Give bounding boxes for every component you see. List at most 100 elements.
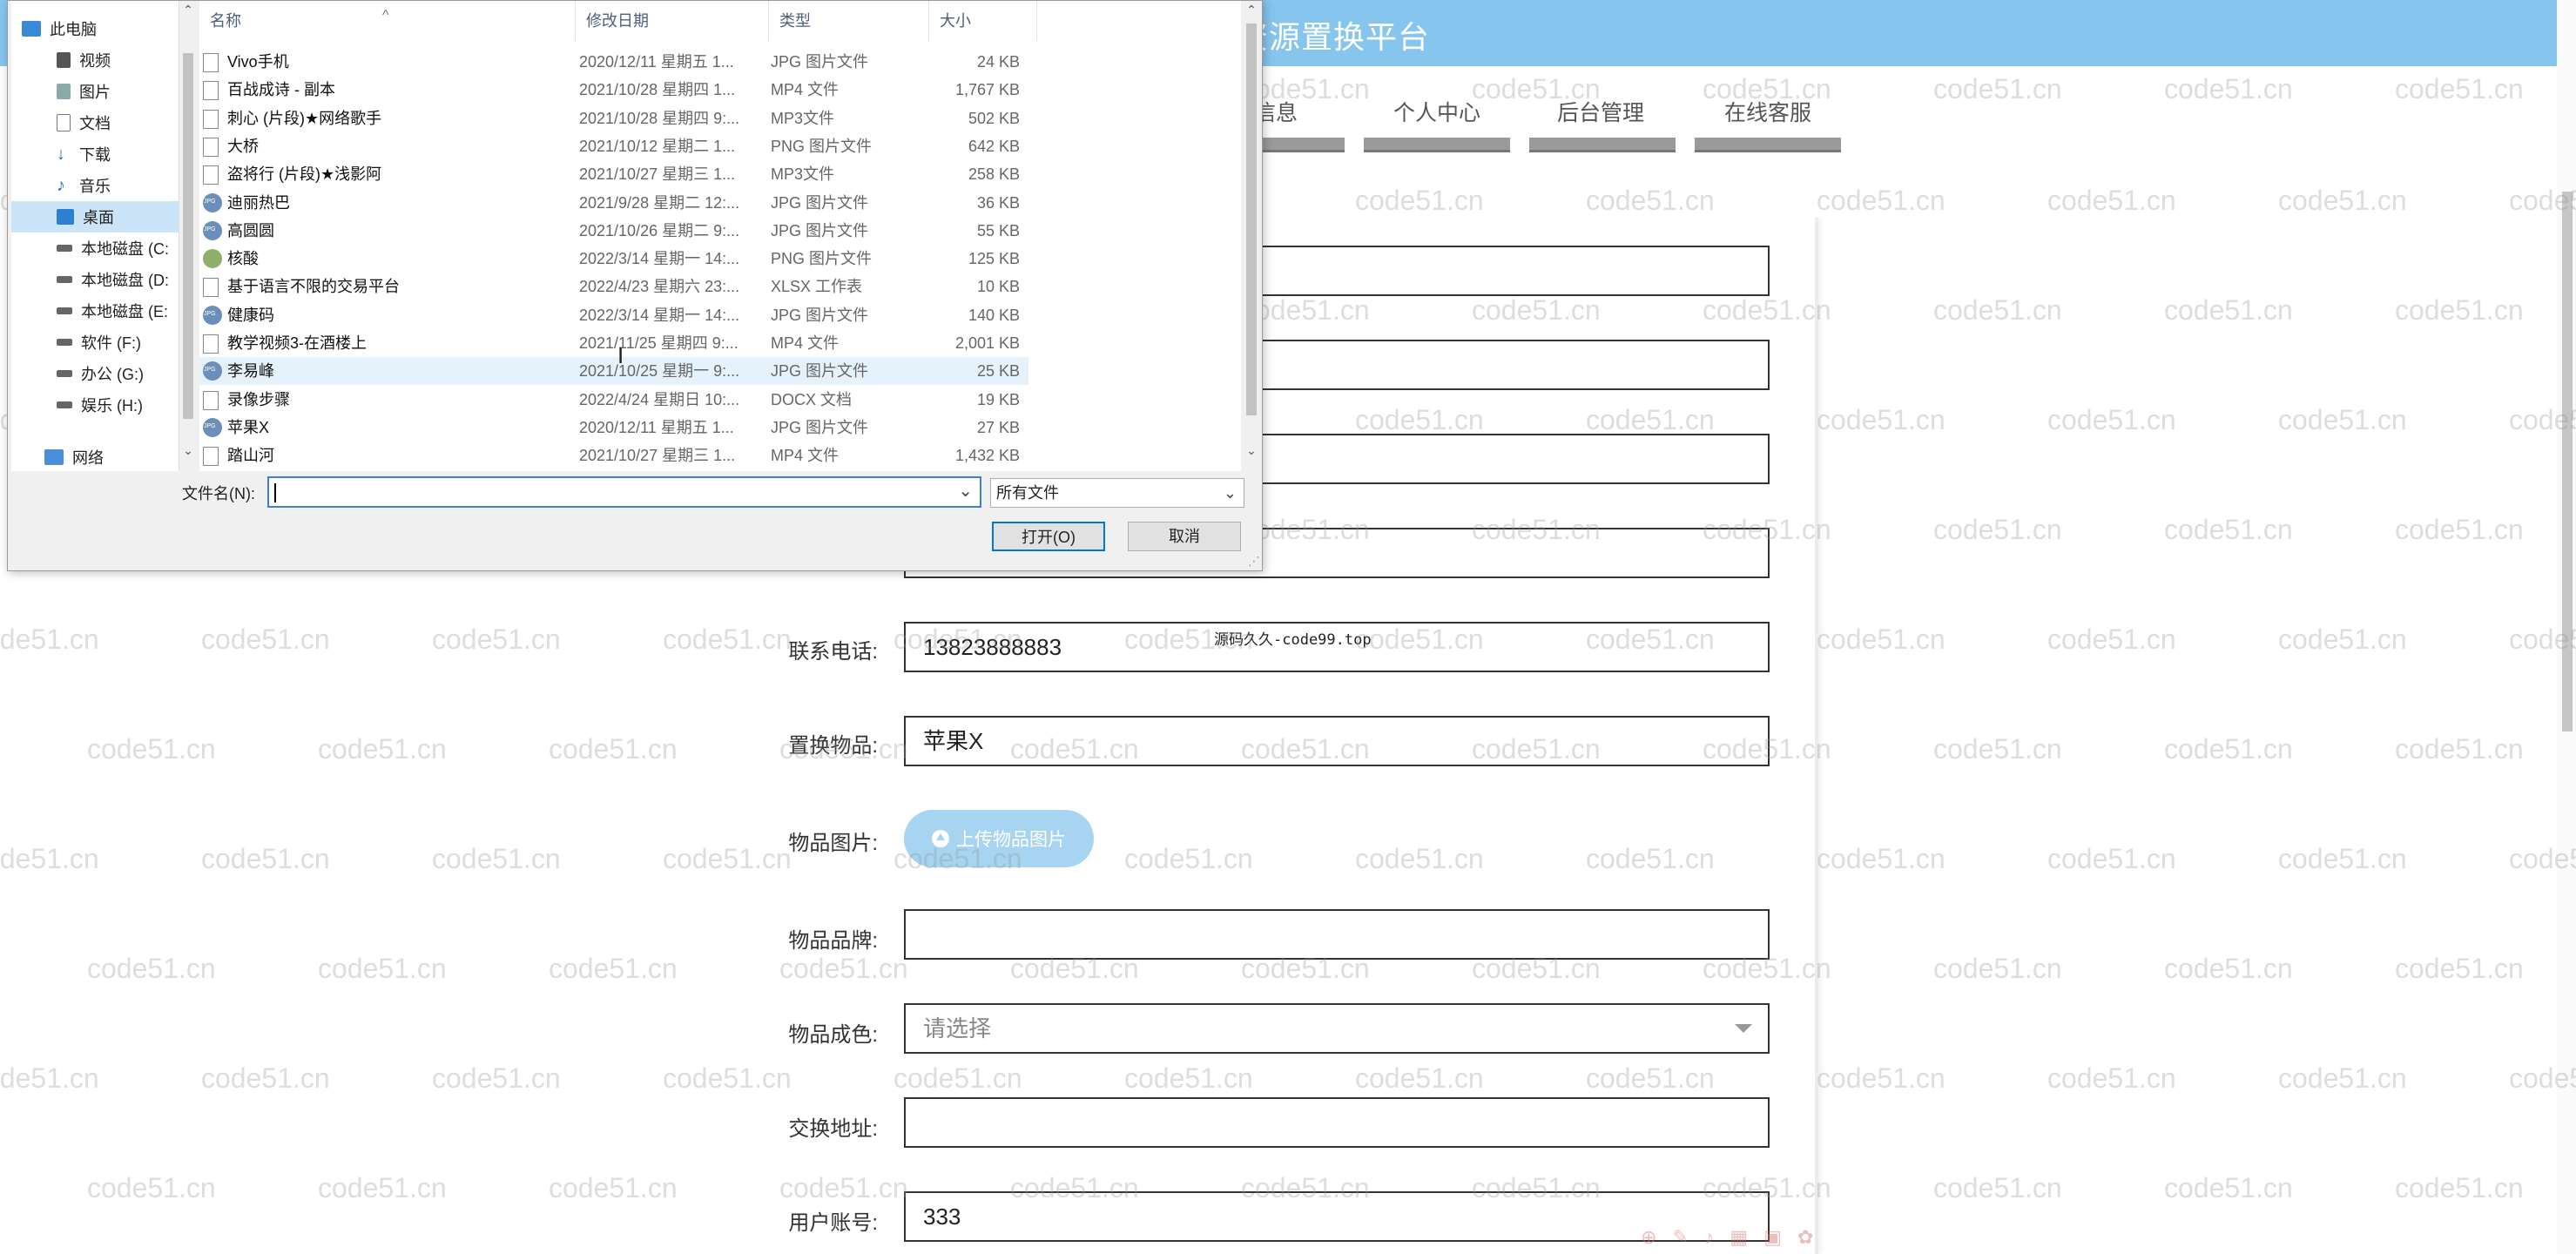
form-panel-edge (1815, 218, 1818, 1254)
address-input[interactable] (904, 1097, 1770, 1148)
watermark-text: code51.cn (201, 1062, 330, 1094)
file-icon (203, 447, 219, 467)
nav-scrollbar[interactable]: ⌃ ⌄ (179, 1, 197, 471)
file-open-dialog[interactable]: 此电脑 视频 图片 文档 ↓ 下载 ♪ 音乐 桌面 本地磁盘 (C: 本地磁盘 (D… (7, 0, 1263, 571)
column-name[interactable]: 名称 ^ (199, 1, 576, 41)
watermark-text: code51.cn (2047, 843, 2176, 874)
file-row[interactable]: 李易峰 2021/10/25 星期一 9:... JPG 图片文件 25 KB (199, 357, 1028, 386)
file-type: JPG 图片文件 (771, 306, 869, 324)
file-row[interactable]: 健康码 2022/3/14 星期一 14:... JPG 图片文件 140 KB (199, 301, 1028, 329)
cancel-button[interactable]: 取消 (1128, 522, 1241, 551)
drive-icon (57, 307, 72, 314)
nav-drive-c[interactable]: 本地磁盘 (C: (11, 233, 182, 264)
file-size: 125 KB (968, 250, 1020, 268)
file-row[interactable]: 高圆圆 2021/10/26 星期二 9:... JPG 图片文件 55 KB (199, 217, 1028, 245)
nav-scrollbar-thumb[interactable] (183, 53, 193, 419)
file-row[interactable]: 基于语言不限的交易平台 2022/4/23 星期六 23:... XLSX 工作表 1… (199, 273, 1028, 300)
nav-documents[interactable]: 文档 (11, 107, 182, 138)
nav-drive-f[interactable]: 软件 (F:) (11, 327, 182, 358)
mouse-cursor-icon: I (617, 342, 624, 368)
nav-videos[interactable]: 视频 (11, 44, 182, 76)
file-date: 2020/12/11 星期五 1... (579, 53, 734, 71)
chevron-down-icon: ⌄ (1223, 484, 1237, 502)
file-row[interactable]: Vivo手机 2020/12/11 星期五 1... JPG 图片文件 24 KB (199, 48, 1028, 76)
file-row[interactable]: 刺心 (片段)★网络歌手 2021/10/28 星期四 9:... MP3文件 502… (199, 104, 1028, 132)
file-row[interactable]: 苹果X 2020/12/11 星期五 1... JPG 图片文件 27 KB (199, 414, 1028, 442)
nav-drive-e[interactable]: 本地磁盘 (E: (11, 295, 182, 327)
file-size: 24 KB (976, 53, 1020, 71)
nav-label: 软件 (F:) (81, 334, 141, 352)
file-icon (203, 53, 219, 72)
nav-drive-g[interactable]: 办公 (G:) (11, 358, 182, 389)
watermark-text: code51.cn (432, 843, 561, 874)
file-type: MP4 文件 (771, 334, 840, 352)
nav-network[interactable]: 网络 (11, 442, 182, 471)
nav-drive-h[interactable]: 娱乐 (H:) (11, 389, 182, 421)
nav-drive-d[interactable]: 本地磁盘 (D: (11, 264, 182, 295)
upload-icon (932, 830, 949, 847)
resize-grip-icon[interactable]: ⋰ (1248, 554, 1260, 569)
chevron-up-icon[interactable]: ⌃ (1241, 3, 1262, 17)
watermark-text: code51.cn (318, 733, 447, 765)
nav-item-support[interactable]: 在线客服 (1724, 96, 1811, 127)
brand-input[interactable] (904, 909, 1770, 960)
watermark-text: code51.cn (2395, 73, 2524, 104)
nav-music[interactable]: ♪ 音乐 (11, 170, 182, 201)
file-row[interactable]: 踏山河 2021/10/27 星期三 1... MP4 文件 1,432 KB (199, 442, 1028, 469)
file-list[interactable]: 名称 ^ 修改日期 类型 大小 Vivo手机 2020/12/11 星期五 1...… (199, 1, 1241, 471)
nav-item-admin[interactable]: 后台管理 (1557, 96, 1644, 127)
address-label: 交换地址: (788, 1117, 878, 1141)
nav-desktop[interactable]: 桌面 (11, 201, 182, 233)
file-scrollbar-thumb[interactable] (1246, 24, 1257, 415)
column-type[interactable]: 类型 (769, 1, 929, 41)
chevron-down-icon[interactable]: ⌄ (1241, 443, 1262, 458)
file-row[interactable]: 核酸 2022/3/14 星期一 14:... PNG 图片文件 125 KB (199, 245, 1028, 273)
file-row[interactable]: 盗将行 (片段)★浅影阿 2021/10/27 星期三 1... MP3文件 258 … (199, 160, 1028, 188)
file-icon (203, 390, 219, 410)
watermark-text: code51.cn (663, 624, 792, 655)
nav-downloads[interactable]: ↓ 下载 (11, 138, 182, 170)
nav-item-profile[interactable]: 个人中心 (1393, 96, 1480, 127)
file-row[interactable]: 录像步骤 2022/4/24 星期日 10:... DOCX 文档 19 KB (199, 386, 1028, 414)
navigation-pane[interactable]: 此电脑 视频 图片 文档 ↓ 下载 ♪ 音乐 桌面 本地磁盘 (C: 本地磁盘 (D… (11, 1, 182, 471)
file-row[interactable]: 大桥 2021/10/12 星期二 1... PNG 图片文件 642 KB (199, 132, 1028, 160)
file-row[interactable]: 迪丽热巴 2021/9/28 星期二 12:... JPG 图片文件 36 KB (199, 189, 1028, 217)
sort-up-icon: ^ (382, 8, 389, 23)
file-scrollbar[interactable]: ⌃ ⌄ (1241, 1, 1262, 471)
chevron-down-icon[interactable]: ⌄ (179, 443, 197, 458)
file-icon (203, 109, 219, 129)
chevron-up-icon[interactable]: ⌃ (179, 3, 197, 17)
column-date[interactable]: 修改日期 (576, 1, 769, 41)
item-input[interactable]: 苹果X (904, 716, 1770, 766)
file-size: 27 KB (976, 418, 1020, 436)
music-icon: ♪ (57, 176, 65, 195)
file-row[interactable]: 教学视频3-在酒楼上 2021/11/25 星期四 9:... MP4 文件 2,00… (199, 329, 1028, 357)
chevron-down-icon[interactable]: ⌄ (958, 480, 973, 502)
filename-input[interactable]: ⌄ (267, 476, 981, 508)
open-button[interactable]: 打开(O) (992, 522, 1105, 551)
account-input[interactable]: 333 (904, 1191, 1770, 1242)
file-row[interactable]: 百战成诗 - 副本 2021/10/28 星期四 1... MP4 文件 1,767 … (199, 76, 1028, 104)
page-scrollbar[interactable] (2557, 0, 2576, 1254)
column-size[interactable]: 大小 (929, 1, 1037, 41)
nav-this-pc[interactable]: 此电脑 (11, 13, 182, 44)
condition-select[interactable]: 请选择 (904, 1003, 1770, 1054)
file-type: MP3文件 (771, 165, 835, 184)
nav-label: 桌面 (83, 209, 114, 226)
image-file-icon (203, 220, 222, 240)
nav-pictures[interactable]: 图片 (11, 76, 182, 107)
watermark-text: code51.cn (1933, 1172, 2062, 1203)
file-name: 迪丽热巴 (227, 193, 290, 212)
watermark-text: code51.cn (1586, 185, 1715, 216)
file-date: 2021/10/27 星期三 1... (579, 447, 736, 465)
page-scrollbar-thumb[interactable] (2562, 192, 2573, 732)
watermark-text: code51.cn (2164, 294, 2293, 326)
nav-label: 本地磁盘 (D: (81, 272, 169, 289)
watermark-text: code51.cn (2395, 294, 2524, 326)
file-type-filter[interactable]: 所有文件 ⌄ (990, 478, 1244, 508)
upload-image-button[interactable]: 上传物品图片 (904, 810, 1094, 867)
watermark-text: code51.cn (2278, 843, 2407, 874)
file-size: 55 KB (976, 221, 1020, 239)
file-size: 140 KB (968, 306, 1020, 324)
file-type: JPG 图片文件 (771, 193, 869, 212)
